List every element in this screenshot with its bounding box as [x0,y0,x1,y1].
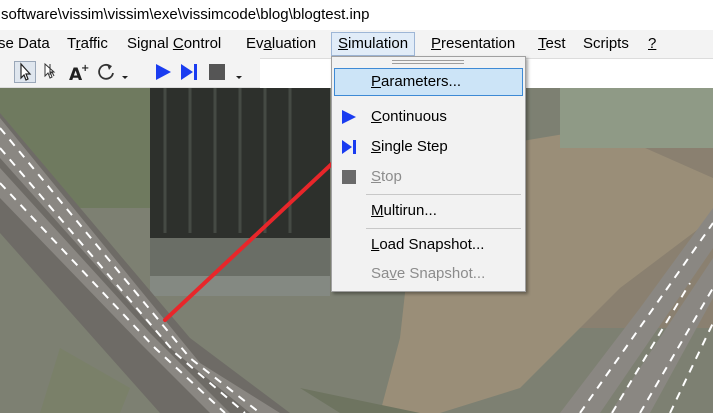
menu-item-parameters[interactable]: Parameters... [334,68,523,96]
play-icon [342,110,356,124]
menu-item-label: Single Step [371,138,448,155]
menu-separator [366,194,521,195]
menu-item-single-step[interactable]: Single Step [334,133,523,161]
menu-item-label: Continuous [371,108,447,125]
stop-icon [342,170,356,184]
simulation-menu: Parameters... Continuous Single Step Sto… [331,56,526,292]
menu-item-continuous[interactable]: Continuous [334,103,523,131]
menu-item-label: Load Snapshot... [371,236,485,253]
single-step-icon [342,140,356,154]
menu-item-label: Multirun... [371,202,437,219]
menu-item-stop[interactable]: Stop [334,163,523,191]
menu-item-save-snapshot[interactable]: Save Snapshot... [334,260,523,288]
menu-tearoff-grip[interactable] [392,60,464,64]
menu-item-load-snapshot[interactable]: Load Snapshot... [334,231,523,259]
menu-separator [366,228,521,229]
menu-item-label: Save Snapshot... [371,265,486,282]
menu-item-multirun[interactable]: Multirun... [334,197,523,225]
menu-item-label: Parameters... [371,73,462,90]
menu-item-label: Stop [371,168,402,185]
